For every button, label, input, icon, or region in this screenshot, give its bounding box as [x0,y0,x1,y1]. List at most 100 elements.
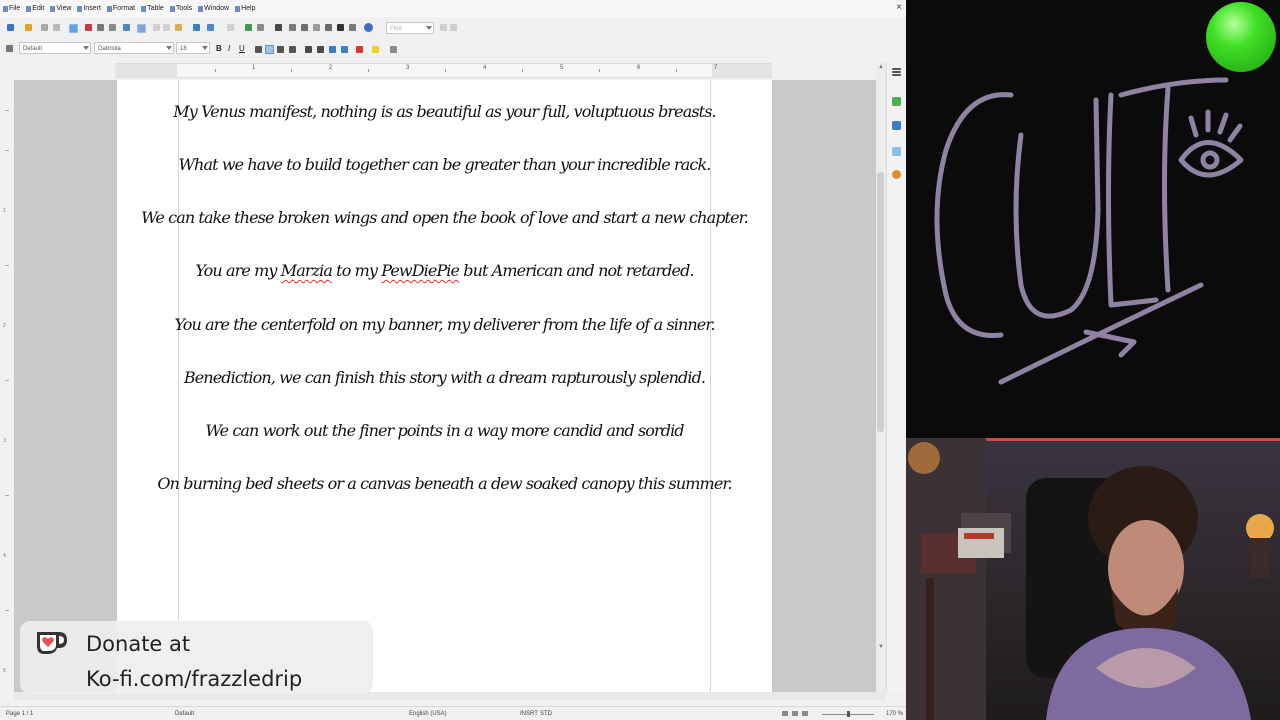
font-color-icon[interactable] [356,46,363,53]
help-menu-icon [235,5,241,12]
view-layout-icon[interactable] [782,711,810,716]
cut-icon[interactable] [153,24,160,31]
gallery-sidebar-icon[interactable] [892,147,901,156]
chevron-down-icon[interactable] [166,46,172,50]
decrease-indent-icon[interactable] [341,46,348,53]
chevron-down-icon[interactable] [83,46,89,50]
justify-icon[interactable] [289,46,296,53]
scroll-up-icon[interactable]: ▲ [878,64,884,70]
selection-mode[interactable]: STD [540,711,552,717]
find-previous-icon[interactable] [450,24,457,31]
zoom-level[interactable]: 170 % [886,711,903,717]
menu-table[interactable]: Table [138,5,167,12]
poem-line[interactable]: What we have to build together can be gr… [117,155,772,174]
styles-icon[interactable] [6,45,13,52]
poem-line[interactable]: My Venus manifest, nothing is as beautif… [117,102,772,121]
format-paintbrush-icon[interactable] [193,24,200,31]
misspelled-word[interactable]: Marzia [281,261,333,280]
italic-button[interactable]: I [228,44,230,53]
edit-menu-icon [26,5,32,12]
horizontal-ruler[interactable]: 1 2 3 4 5 6 7 [115,63,772,78]
increase-indent-icon[interactable] [329,46,336,53]
misspelled-word[interactable]: PewDiePie [381,261,460,280]
bold-button[interactable]: B [216,44,222,53]
menu-format[interactable]: Format [104,5,138,12]
undo-icon[interactable] [207,24,214,31]
chevron-down-icon[interactable] [426,26,432,30]
file-menu-icon [3,5,8,12]
navigator-sidebar-icon[interactable] [892,170,901,179]
properties-icon[interactable] [892,97,901,106]
paragraph-style-select[interactable]: Default [19,42,91,54]
numbering-icon[interactable] [305,46,312,53]
poem-line[interactable]: We can work out the finer points in a wa… [117,421,772,440]
close-document-icon[interactable]: × [896,2,902,13]
menu-file[interactable]: File [0,5,23,12]
scroll-thumb[interactable] [877,172,884,432]
align-center-icon[interactable] [265,45,274,54]
print-icon[interactable] [97,24,104,31]
underline-button[interactable]: U [239,44,245,53]
ruler-number: 6 [637,65,641,71]
chevron-down-icon[interactable] [202,46,208,50]
styles-sidebar-icon[interactable] [892,121,901,130]
page-count[interactable]: Page 1 / 1 [6,711,33,717]
hyperlink-icon[interactable] [245,24,252,31]
align-left-icon[interactable] [255,46,262,53]
poem-line[interactable]: You are the centerfold on my banner, my … [117,315,772,334]
data-sources-icon[interactable] [325,24,332,31]
menu-window[interactable]: Window [195,5,232,12]
page-style[interactable]: Default [175,711,194,717]
redo-icon[interactable] [227,24,234,31]
print-preview-icon[interactable] [109,24,116,31]
show-draw-icon[interactable] [275,24,282,31]
poem-line[interactable]: On burning bed sheets or a canvas beneat… [117,474,772,493]
edit-mode-icon[interactable] [69,24,78,33]
ruler-tick [676,69,677,72]
save-icon[interactable] [41,24,48,31]
export-pdf-icon[interactable] [85,24,92,31]
formatting-marks-icon[interactable] [337,24,344,31]
align-right-icon[interactable] [277,46,284,53]
spellcheck-icon[interactable] [123,24,130,31]
sidebar-menu-icon[interactable] [892,68,901,70]
zoom-slider-handle[interactable] [847,711,850,717]
poem-line[interactable]: Benediction, we can finish this story wi… [117,368,772,387]
font-name-select[interactable]: Gabriola [94,42,174,54]
email-icon[interactable] [53,24,60,31]
vertical-scrollbar[interactable]: ▲ ▼ [876,62,886,692]
ruler-number: 4 [483,65,487,71]
kofi-url: Ko-fi.com/frazzledrip [86,667,303,691]
menu-view[interactable]: View [47,5,74,12]
find-input[interactable]: Find [386,22,434,34]
size-value: 18 [180,46,187,52]
menu-edit[interactable]: Edit [23,5,47,12]
gallery-icon[interactable] [313,24,320,31]
menu-help[interactable]: Help [232,5,258,12]
open-icon[interactable] [25,24,32,31]
document-page[interactable]: My Venus manifest, nothing is as beautif… [117,80,772,692]
poem-line[interactable]: We can take these broken wings and open … [117,208,772,227]
scroll-down-icon[interactable]: ▼ [878,644,884,650]
paste-icon[interactable] [175,24,182,31]
background-color-icon[interactable] [390,46,397,53]
find-next-icon[interactable] [440,24,447,31]
menu-tools[interactable]: Tools [167,5,195,12]
autospellcheck-icon[interactable] [137,24,146,33]
copy-icon[interactable] [163,24,170,31]
navigator-icon[interactable] [301,24,308,31]
new-document-icon[interactable] [7,24,14,31]
help-icon[interactable] [364,23,373,32]
table-icon[interactable] [257,24,264,31]
poem-line[interactable]: You are my Marzia to my PewDiePie but Am… [117,261,772,280]
find-replace-icon[interactable] [289,24,296,31]
bullets-icon[interactable] [317,46,324,53]
language[interactable]: English (USA) [409,711,447,717]
highlighting-icon[interactable] [372,46,379,53]
menu-insert[interactable]: Insert [74,5,104,12]
insert-mode[interactable]: INSRT [520,711,538,717]
vruler-tick [5,495,9,496]
zoom-icon[interactable] [349,24,356,31]
font-size-select[interactable]: 18 [176,42,210,54]
document-area: My Venus manifest, nothing is as beautif… [14,80,876,692]
